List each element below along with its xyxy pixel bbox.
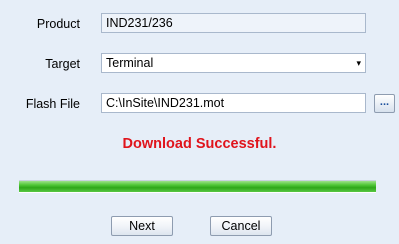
target-select[interactable]: Terminal ▾ (101, 53, 366, 73)
dropdown-arrow-icon[interactable]: ▾ (356, 54, 361, 72)
status-message: Download Successful. (122, 136, 277, 152)
flash-file-input[interactable]: C:\InSite\IND231.mot (101, 93, 366, 113)
progress-bar-fill (19, 181, 376, 192)
next-button[interactable]: Next (111, 216, 173, 236)
progress-bar (19, 180, 376, 193)
cancel-button[interactable]: Cancel (210, 216, 272, 236)
product-field: IND231/236 (101, 13, 366, 33)
target-select-value: Terminal (106, 56, 154, 70)
target-label: Target (45, 57, 80, 71)
product-label: Product (36, 17, 80, 31)
flash-file-label: Flash File (25, 97, 80, 111)
download-dialog: Product IND231/236 Target Terminal ▾ Fla… (0, 0, 399, 244)
browse-button[interactable]: ... (374, 94, 395, 113)
